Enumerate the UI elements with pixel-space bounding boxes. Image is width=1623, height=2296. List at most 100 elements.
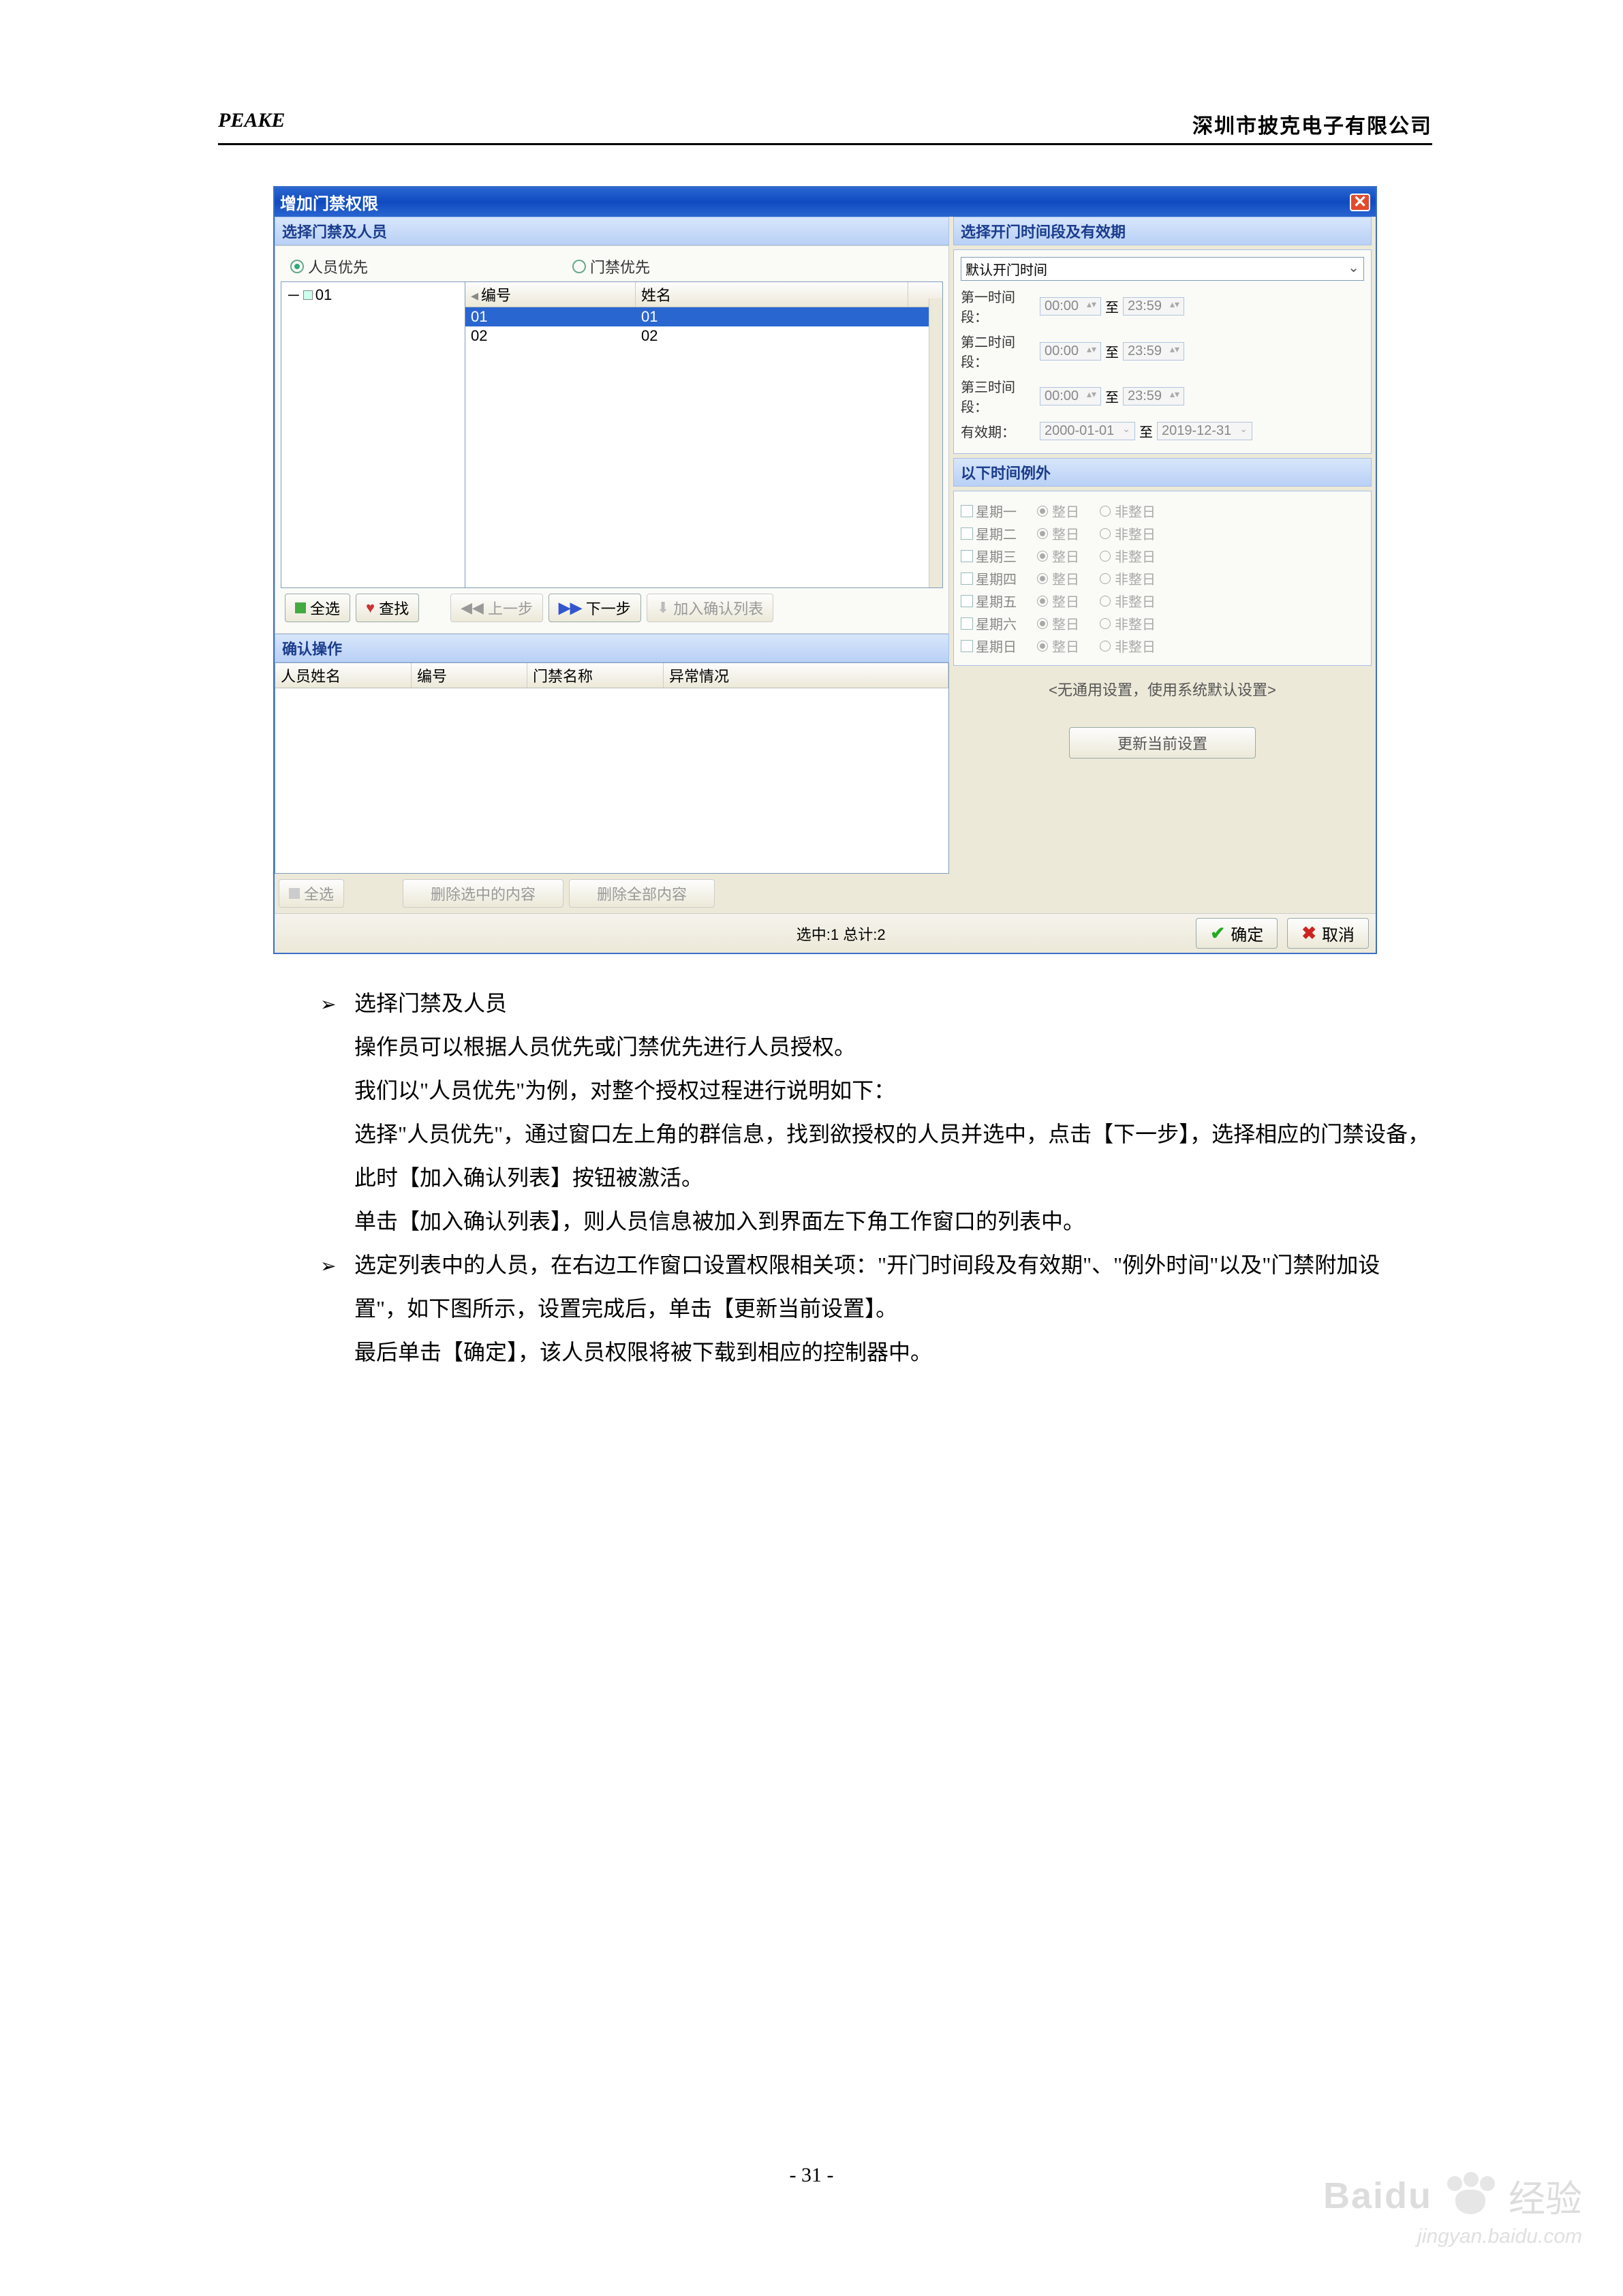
not-whole-day-radio[interactable]: 非整日 <box>1100 501 1156 521</box>
day-row: 星期一整日 非整日 <box>961 501 1364 521</box>
date-end[interactable]: 2019-12-31⌄ <box>1157 422 1252 440</box>
not-whole-day-radio[interactable]: 非整日 <box>1100 591 1156 611</box>
left-section-header: 选择门禁及人员 <box>275 217 949 245</box>
ok-button[interactable]: ✔确定 <box>1196 918 1278 949</box>
confirm-table: 人员姓名 编号 门禁名称 异常情况 <box>275 662 949 874</box>
day-row: 星期六整日 非整日 <box>961 613 1364 633</box>
whole-day-radio[interactable]: 整日 <box>1037 546 1079 566</box>
to-label: 至 <box>1105 386 1119 406</box>
time2-start[interactable]: 00:00▴▾ <box>1040 342 1101 361</box>
day-checkbox[interactable]: 星期三 <box>961 546 1017 566</box>
person-list[interactable]: ◂编号 姓名 01 01 02 02 <box>465 282 942 587</box>
day-row: 星期五整日 非整日 <box>961 591 1364 611</box>
find-button[interactable]: ♥查找 <box>356 594 419 622</box>
confirm-col-error[interactable]: 异常情况 <box>664 663 948 688</box>
to-label: 至 <box>1139 421 1153 441</box>
to-label: 至 <box>1105 296 1119 316</box>
whole-day-radio[interactable]: 整日 <box>1037 636 1079 656</box>
day-checkbox[interactable]: 星期二 <box>961 523 1017 543</box>
list-row[interactable]: 02 02 <box>465 326 942 346</box>
list-row[interactable]: 01 01 <box>465 307 942 326</box>
not-whole-day-radio[interactable]: 非整日 <box>1100 636 1156 656</box>
valid-label: 有效期： <box>961 421 1036 441</box>
next-icon: ▶▶ <box>559 599 582 617</box>
chevron-down-icon: ⌄ <box>1348 259 1359 279</box>
tree-root[interactable]: ─ 01 <box>284 285 462 305</box>
watermark-baidu: Baidu <box>1323 2175 1432 2217</box>
except-section-header: 以下时间例外 <box>953 458 1372 487</box>
confirm-col-id[interactable]: 编号 <box>412 663 527 688</box>
time2-end[interactable]: 23:59▴▾ <box>1123 342 1184 361</box>
day-row: 星期二整日 非整日 <box>961 523 1364 543</box>
update-button[interactable]: 更新当前设置 <box>1069 727 1256 759</box>
not-whole-day-radio[interactable]: 非整日 <box>1100 523 1156 543</box>
delete-selected-button[interactable]: 删除选中的内容 <box>403 879 563 908</box>
whole-day-radio[interactable]: 整日 <box>1037 613 1079 633</box>
instr-line: 单击【加入确认列表】，则人员信息被加入到界面左下角工作窗口的列表中。 <box>354 1199 1432 1243</box>
whole-day-radio[interactable]: 整日 <box>1037 501 1079 521</box>
bullet-icon <box>320 981 354 1243</box>
radio-door-first[interactable]: 门禁优先 <box>572 256 650 277</box>
header-left: PEAKE <box>218 109 285 139</box>
watermark: Baidu 经验 jingyan.baidu.com <box>1323 2169 1582 2248</box>
not-whole-day-radio[interactable]: 非整日 <box>1100 568 1156 588</box>
whole-day-radio[interactable]: 整日 <box>1037 591 1079 611</box>
cancel-button[interactable]: ✖取消 <box>1287 918 1369 949</box>
time2-label: 第二时间段： <box>961 331 1036 371</box>
time3-start[interactable]: 00:00▴▾ <box>1040 387 1101 405</box>
delete-all-button[interactable]: 删除全部内容 <box>569 879 715 908</box>
status-text: 选中:1 总计:2 <box>486 923 1196 945</box>
confirm-col-name[interactable]: 人员姓名 <box>275 663 412 688</box>
add-confirm-button[interactable]: ⬇加入确认列表 <box>647 594 773 622</box>
col-id[interactable]: 编号 <box>481 287 511 304</box>
add-icon: ⬇ <box>657 599 669 617</box>
dialog-title: 增加门禁权限 <box>280 190 378 214</box>
time1-end[interactable]: 23:59▴▾ <box>1123 297 1184 316</box>
open-time-select[interactable]: 默认开门时间⌄ <box>961 257 1364 281</box>
day-checkbox[interactable]: 星期四 <box>961 568 1017 588</box>
next-button[interactable]: ▶▶下一步 <box>548 594 641 622</box>
header-right: 深圳市披克电子有限公司 <box>1192 109 1432 139</box>
radio-icon <box>290 260 304 273</box>
confirm-section-header: 确认操作 <box>275 634 949 662</box>
whole-day-radio[interactable]: 整日 <box>1037 523 1079 543</box>
instr-line: 选择"人员优先"，通过窗口左上角的群信息，找到欲授权的人员并选中，点击【下一步】… <box>354 1112 1432 1199</box>
day-checkbox[interactable]: 星期一 <box>961 501 1017 521</box>
titlebar: 增加门禁权限 ✕ <box>275 187 1376 217</box>
close-icon[interactable]: ✕ <box>1350 194 1370 211</box>
date-start[interactable]: 2000-01-01⌄ <box>1040 422 1135 440</box>
instr-line: 选定列表中的人员，在右边工作窗口设置权限相关项："开门时间段及有效期"、"例外时… <box>354 1243 1432 1330</box>
radio-label: 人员优先 <box>308 256 368 277</box>
watermark-jing: 经验 <box>1509 2169 1582 2222</box>
radio-label: 门禁优先 <box>590 256 650 277</box>
time1-label: 第一时间段： <box>961 286 1036 326</box>
instr-line: 操作员可以根据人员优先或门禁优先进行人员授权。 <box>354 1025 1432 1069</box>
day-checkbox[interactable]: 星期五 <box>961 591 1017 611</box>
time3-label: 第三时间段： <box>961 376 1036 416</box>
day-checkbox[interactable]: 星期日 <box>961 636 1017 656</box>
scrollbar[interactable] <box>929 299 942 587</box>
time3-end[interactable]: 23:59▴▾ <box>1123 387 1184 405</box>
note-line: <无通用设置，使用系统默认设置> <box>953 670 1372 727</box>
select-all-button-2[interactable]: 全选 <box>279 879 344 908</box>
not-whole-day-radio[interactable]: 非整日 <box>1100 613 1156 633</box>
not-whole-day-radio[interactable]: 非整日 <box>1100 546 1156 566</box>
page-header: PEAKE 深圳市披克电子有限公司 <box>218 109 1432 145</box>
col-name[interactable]: 姓名 <box>636 282 908 307</box>
prev-button[interactable]: ◀◀上一步 <box>450 594 543 622</box>
select-all-button[interactable]: 全选 <box>285 594 350 622</box>
instr-title: 选择门禁及人员 <box>354 981 1432 1025</box>
day-checkbox[interactable]: 星期六 <box>961 613 1017 633</box>
find-icon: ♥ <box>366 599 375 617</box>
instr-line: 最后单击【确定】，该人员权限将被下载到相应的控制器中。 <box>354 1330 1432 1374</box>
group-tree[interactable]: ─ 01 <box>281 282 465 587</box>
time1-start[interactable]: 00:00▴▾ <box>1040 297 1101 316</box>
instructions: 选择门禁及人员 操作员可以根据人员优先或门禁优先进行人员授权。 我们以"人员优先… <box>320 981 1432 1374</box>
radio-personnel-first[interactable]: 人员优先 <box>290 256 368 277</box>
bullet-icon <box>320 1243 354 1374</box>
radio-icon <box>572 260 586 273</box>
add-permission-dialog: 增加门禁权限 ✕ 选择门禁及人员 人员优先 门禁优先 <box>273 186 1377 954</box>
confirm-col-door[interactable]: 门禁名称 <box>527 663 664 688</box>
whole-day-radio[interactable]: 整日 <box>1037 568 1079 588</box>
instr-line: 我们以"人员优先"为例，对整个授权过程进行说明如下： <box>354 1069 1432 1112</box>
